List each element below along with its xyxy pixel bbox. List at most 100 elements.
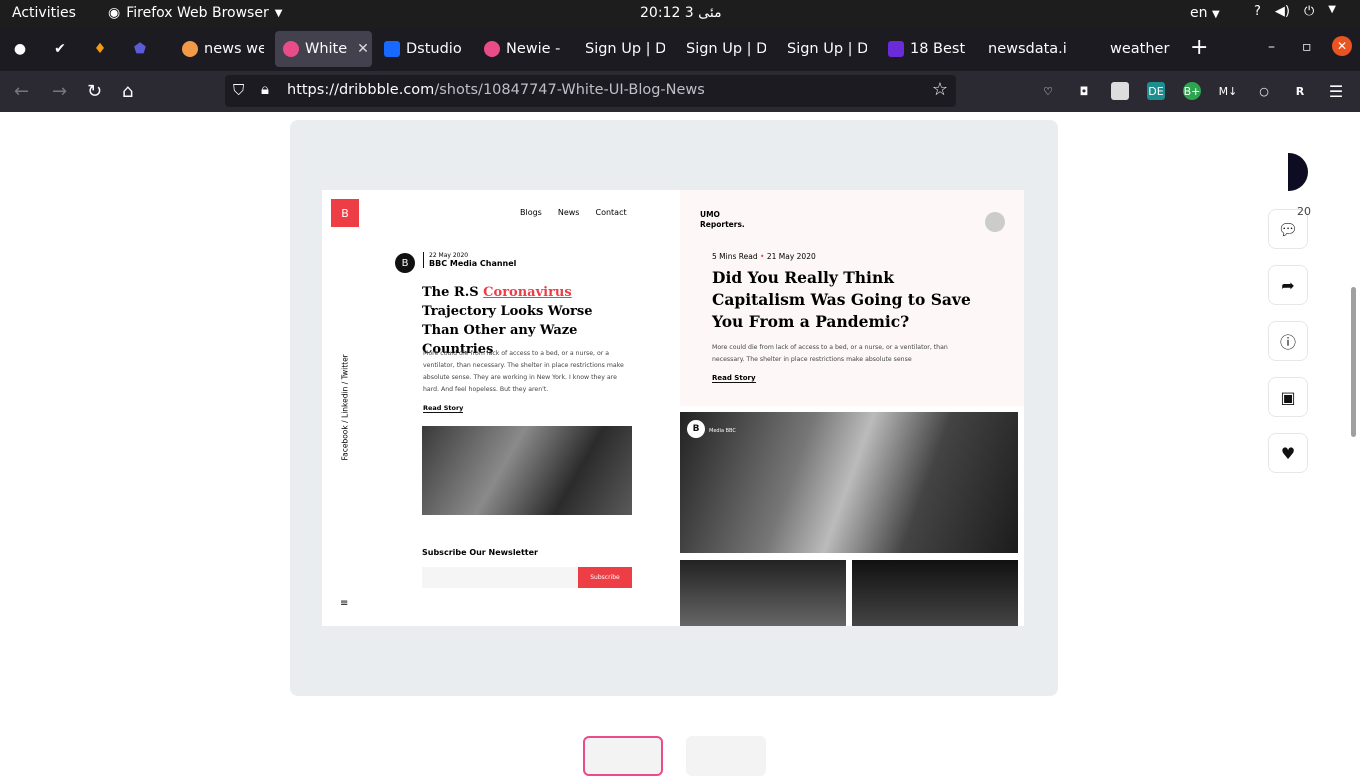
markdown-icon[interactable]: M↓ <box>1219 82 1238 100</box>
close-window-button[interactable]: ✕ <box>1332 36 1352 56</box>
scrollbar[interactable] <box>1351 287 1356 437</box>
app-name: Firefox Web Browser <box>126 5 269 21</box>
reload-button[interactable]: ↻ <box>87 81 102 102</box>
tab-label: Sign Up | Dr <box>787 41 867 57</box>
shot-image[interactable]: B Blogs News Contact Facebook / Linkedin… <box>322 190 1024 626</box>
minimize-button[interactable]: – <box>1268 39 1275 55</box>
heart-icon: ♥ <box>1280 443 1296 463</box>
tracking-shield-icon[interactable]: ⛉ <box>233 81 244 99</box>
tab-label: newsdata.i <box>988 41 1067 57</box>
mock-date: 22 May 2020 <box>429 252 469 259</box>
mock-channel: BBC Media Channel <box>429 259 517 268</box>
language-indicator[interactable]: en ▼ <box>1190 5 1220 21</box>
dribbble-icon <box>484 41 500 57</box>
tab-label: Sign Up | Dr <box>585 41 665 57</box>
mock-photo-small-2 <box>852 560 1018 626</box>
tab-label: 18 Best <box>910 41 966 57</box>
extension-icon[interactable] <box>1111 82 1129 100</box>
dot-icon: • <box>760 252 765 261</box>
mock-user-avatar <box>985 212 1005 232</box>
extension-icon[interactable]: B+ <box>1183 82 1201 100</box>
tab-label: Sign Up | Dr <box>686 41 766 57</box>
url-text[interactable]: https://dribbble.com/shots/10847747-Whit… <box>287 82 705 98</box>
headline-link: Coronavirus <box>483 285 572 300</box>
pocket-icon[interactable]: ♡ <box>1039 82 1057 100</box>
mock-meta: 5 Mins Read • 21 May 2020 <box>712 252 816 261</box>
tab-18-best[interactable]: 18 Best <box>888 31 970 67</box>
activities-button[interactable]: Activities <box>12 5 76 21</box>
github-icon[interactable]: ● <box>9 38 31 60</box>
tab-weather[interactable]: weather <box>1110 31 1170 67</box>
shield-icon[interactable]: ⬟ <box>129 38 151 60</box>
back-button[interactable]: ← <box>14 81 29 102</box>
tab-label: news we <box>204 41 264 57</box>
menu-icon[interactable]: ☰ <box>1327 82 1345 101</box>
thumbnail-1[interactable] <box>583 736 663 776</box>
tab-newie[interactable]: Newie - <box>484 31 566 67</box>
network-icon: ? <box>1254 4 1261 19</box>
mock-hero-photo: B Media BBC <box>680 412 1018 553</box>
gnome-top-bar: Activities ◉ Firefox Web Browser ▼ 20:12 م… <box>0 0 1360 27</box>
extension-icon[interactable]: DE <box>1147 82 1165 100</box>
url-domain: https://dribbble.com <box>287 82 435 98</box>
share-button[interactable]: ➦ <box>1268 265 1308 305</box>
chevron-down-icon: ▼ <box>1328 4 1336 15</box>
mock-photo-logo: B <box>687 420 705 438</box>
tab-signup-3[interactable]: Sign Up | Dr <box>787 31 867 67</box>
tab-label: White <box>305 41 348 57</box>
extension-icon[interactable]: ◘ <box>1075 82 1093 100</box>
shot-container: B Blogs News Contact Facebook / Linkedin… <box>290 120 1058 696</box>
tab-label: Dstudio <box>406 41 462 57</box>
mock-media-label: Media BBC <box>709 428 736 434</box>
tab-label: weather <box>1110 41 1170 57</box>
mock-subscribe-title: Subscribe Our Newsletter <box>422 548 538 557</box>
mock-nav-item: Contact <box>595 208 627 217</box>
tab-newsdata[interactable]: newsdata.i <box>988 31 1068 67</box>
save-collection-button[interactable]: ▣ <box>1268 377 1308 417</box>
navigation-toolbar: ← → ↻ ⌂ ⛉ 🔒︎ https://dribbble.com/shots/… <box>0 71 1360 112</box>
behance-icon <box>384 41 400 57</box>
tab-favicon <box>182 41 198 57</box>
tab-signup-2[interactable]: Sign Up | Dr <box>686 31 766 67</box>
url-bar[interactable]: ⛉ 🔒︎ https://dribbble.com/shots/10847747… <box>225 75 956 107</box>
maximize-button[interactable]: ▫ <box>1302 39 1312 55</box>
mock-nav: Blogs News Contact <box>520 208 627 217</box>
tab-dstudio[interactable]: Dstudio <box>384 31 464 67</box>
mock-big-headline: Did You Really Think Capitalism Was Goin… <box>712 268 971 331</box>
lang-label: en <box>1190 5 1208 21</box>
close-tab-icon[interactable]: ✕ <box>357 41 369 57</box>
info-icon: ⓘ <box>1279 333 1296 352</box>
new-tab-button[interactable]: + <box>1190 35 1208 60</box>
tab-news[interactable]: news we <box>182 31 264 67</box>
extension-icon[interactable]: ○ <box>1255 82 1273 100</box>
mock-brand: UMO Reporters. <box>700 210 745 230</box>
dribbble-icon <box>283 41 299 57</box>
mock-street-photo <box>422 426 632 515</box>
tab-signup-1[interactable]: Sign Up | Dr <box>585 31 665 67</box>
mock-date2: 21 May 2020 <box>766 252 816 261</box>
tab-white-active[interactable]: White ✕ <box>275 31 372 67</box>
mock-nav-item: Blogs <box>520 208 542 217</box>
lock-icon[interactable]: 🔒︎ <box>261 80 269 98</box>
mock-body: More could die from lack of access to a … <box>423 350 624 393</box>
chevron-down-icon: ▼ <box>274 7 283 19</box>
mock-photo-small-1 <box>680 560 846 626</box>
fox-icon[interactable]: ♦ <box>89 38 111 60</box>
mock-nav-item: News <box>557 208 580 217</box>
thumbnail-2[interactable] <box>686 736 766 776</box>
home-button[interactable]: ⌂ <box>122 81 133 102</box>
system-tray[interactable]: ? ◀) ⏻ ▼ <box>1254 4 1336 19</box>
comment-icon: 💬︎ <box>1277 219 1299 239</box>
check-icon[interactable]: ✔ <box>49 38 71 60</box>
info-button[interactable]: ⓘ <box>1268 321 1308 361</box>
app-menu[interactable]: ◉ Firefox Web Browser ▼ <box>108 5 282 21</box>
share-icon: ➦ <box>1281 275 1295 295</box>
comment-count: 20 <box>1297 205 1311 218</box>
forward-button[interactable]: → <box>52 81 67 102</box>
extension-icon[interactable]: R <box>1291 82 1309 100</box>
tab-label: Newie - <box>506 41 561 57</box>
clock[interactable]: 20:12 مئی 3 <box>640 5 760 21</box>
bookmark-star-icon[interactable]: ☆ <box>932 79 948 100</box>
designer-avatar[interactable] <box>1288 153 1308 191</box>
like-button[interactable]: ♥ <box>1268 433 1308 473</box>
